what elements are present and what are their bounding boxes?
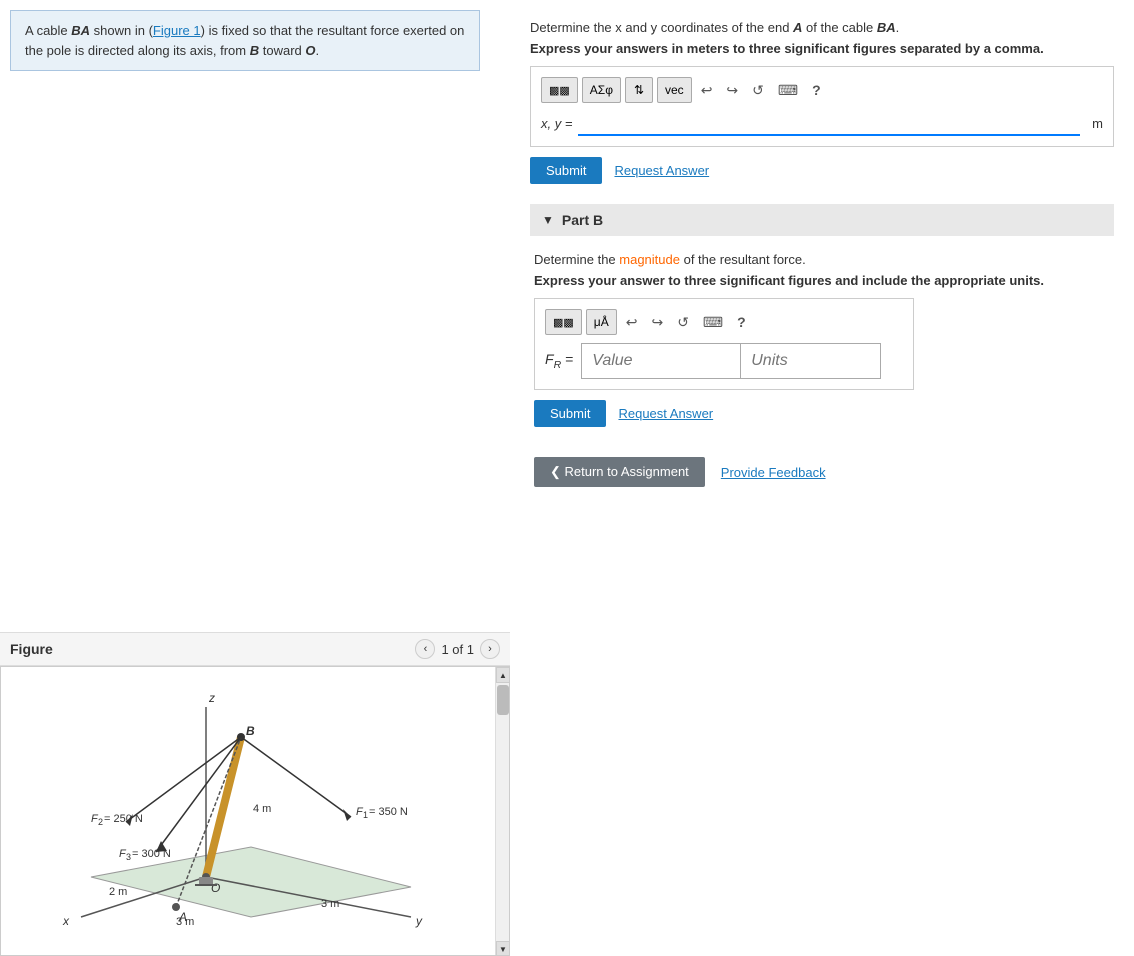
part-a-unit: m [1092,116,1103,131]
part-b-submit-row: Submit Request Answer [534,400,1114,427]
part-a-answer-input[interactable] [578,111,1080,136]
part-b-arrow-icon: ▼ [542,213,554,227]
problem-text: A cable BA shown in (Figure 1) is fixed … [10,10,480,71]
part-a-toolbar: ▩▩ ΑΣφ ⇅ vec ↩ ↪ ↺ ⌨ ? [541,77,1103,103]
part-a-answer-box: ▩▩ ΑΣφ ⇅ vec ↩ ↪ ↺ ⌨ ? x, y = m [530,66,1114,147]
help-btn-b[interactable]: ? [732,311,751,333]
part-b-determine-text: Determine the magnitude of the resultant… [534,252,1114,267]
bottom-actions: ❮ Return to Assignment Provide Feedback [534,457,1114,487]
part-a-request-answer-link[interactable]: Request Answer [614,163,709,178]
vec-btn-a[interactable]: vec [657,77,692,103]
svg-text:4 m: 4 m [253,803,271,815]
fr-input-row: FR = [545,343,903,379]
figure-prev-btn[interactable]: ‹ [415,639,435,659]
refresh-btn-b[interactable]: ↺ [672,311,694,334]
symbol-btn-a[interactable]: ΑΣφ [582,77,621,103]
fr-value-input[interactable] [581,343,741,379]
undo-btn-a[interactable]: ↩ [696,79,718,102]
svg-text:1: 1 [363,810,368,820]
svg-text:2: 2 [98,817,103,827]
svg-text:3 m: 3 m [176,916,194,928]
part-b-label: Part B [562,212,603,228]
provide-feedback-link[interactable]: Provide Feedback [721,465,826,480]
part-a-determine-text: Determine the x and y coordinates of the… [530,20,1114,35]
matrix-btn-b[interactable]: ▩▩ [545,309,582,335]
redo-btn-a[interactable]: ↪ [721,79,743,102]
part-a-input-row: x, y = m [541,111,1103,136]
figure-nav: ‹ 1 of 1 › [415,639,500,659]
refresh-btn-a[interactable]: ↺ [747,79,769,102]
part-b-section: Determine the magnitude of the resultant… [530,252,1114,487]
svg-text:x: x [62,914,70,928]
svg-text:z: z [208,691,215,705]
fr-units-input[interactable] [741,343,881,379]
part-b-header: ▼ Part B [530,204,1114,236]
figure-link[interactable]: Figure 1 [153,23,201,38]
symbol-btn-b[interactable]: μÅ [586,309,617,335]
svg-text:= 250 N: = 250 N [104,813,143,825]
figure-next-btn[interactable]: › [480,639,500,659]
keyboard-btn-b[interactable]: ⌨ [698,311,728,334]
figure-header: Figure ‹ 1 of 1 › [0,632,510,666]
part-b-submit-btn[interactable]: Submit [534,400,606,427]
return-assignment-btn[interactable]: ❮ Return to Assignment [534,457,705,487]
undo-btn-b[interactable]: ↩ [621,311,643,334]
scrollbar-up-btn[interactable]: ▲ [496,667,510,683]
keyboard-btn-a[interactable]: ⌨ [773,79,803,102]
part-a-submit-btn[interactable]: Submit [530,157,602,184]
part-a-section: Determine the x and y coordinates of the… [530,20,1114,184]
part-a-submit-row: Submit Request Answer [530,157,1114,184]
highlight-word: magnitude [619,252,680,267]
svg-text:= 300 N: = 300 N [132,848,171,860]
part-b-toolbar: ▩▩ μÅ ↩ ↪ ↺ ⌨ ? [545,309,903,335]
part-b-express-text: Express your answer to three significant… [534,273,1114,288]
redo-btn-b[interactable]: ↪ [646,311,668,334]
figure-section: Figure ‹ 1 of 1 › z [0,632,510,956]
part-a-input-label: x, y = [541,116,572,131]
right-panel: Determine the x and y coordinates of the… [510,0,1134,956]
help-btn-a[interactable]: ? [807,79,826,101]
matrix-btn-a[interactable]: ▩▩ [541,77,578,103]
svg-text:= 350 N: = 350 N [369,806,408,818]
part-b-answer-box: ▩▩ μÅ ↩ ↪ ↺ ⌨ ? FR = [534,298,914,390]
svg-text:3: 3 [126,852,131,862]
figure-title: Figure [10,641,53,657]
figure-image-area: z x y B O [0,666,510,956]
svg-text:2 m: 2 m [109,886,127,898]
part-a-express-text: Express your answers in meters to three … [530,41,1114,56]
svg-text:3 m: 3 m [321,898,339,910]
svg-text:y: y [415,914,423,928]
figure-page-info: 1 of 1 [441,642,474,657]
scrollbar-thumb [497,685,509,715]
figure-scrollbar[interactable]: ▲ ▼ [495,667,509,955]
fr-label: FR = [545,351,573,371]
figure-diagram: z x y B O [11,677,471,937]
updown-btn-a[interactable]: ⇅ [625,77,653,103]
svg-text:B: B [246,724,255,738]
part-b-request-answer-link[interactable]: Request Answer [618,406,713,421]
scrollbar-down-btn[interactable]: ▼ [496,941,510,956]
